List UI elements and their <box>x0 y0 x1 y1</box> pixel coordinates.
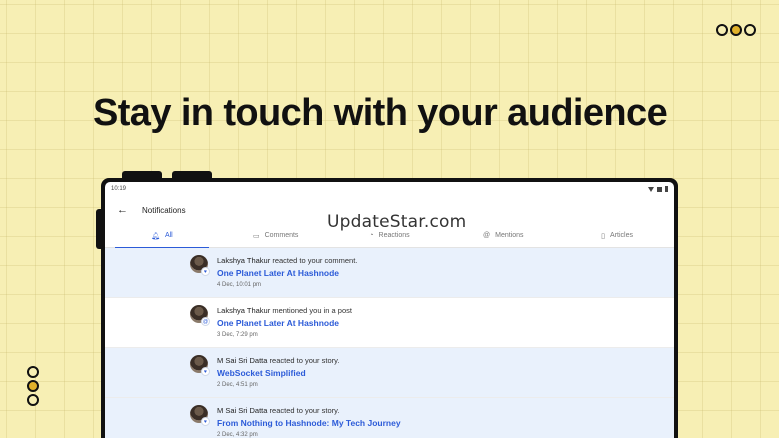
dot-shape <box>716 24 728 36</box>
notification-actor: Lakshya Thakur <box>217 306 271 315</box>
tab-articles[interactable]: ▯ Articles <box>560 224 674 247</box>
notification-action: reacted to your story. <box>269 356 340 365</box>
notification-time: 4 Dec, 10:01 pm <box>217 282 262 288</box>
reaction-badge-icon: ♥ <box>201 267 210 276</box>
battery-icon <box>665 186 668 192</box>
tablet-screen: 10:19 ← Notifications 🔔︎ All ▭ Comments … <box>105 182 674 438</box>
notification-item[interactable]: @ Lakshya Thakur mentioned you in a post… <box>105 298 674 348</box>
notification-item[interactable]: ♥ M Sai Sri Datta reacted to your story.… <box>105 398 674 438</box>
notification-action: reacted to your comment. <box>272 256 358 265</box>
tab-label: All <box>164 232 173 239</box>
tab-label: Articles <box>610 232 633 239</box>
notification-time: 2 Dec, 4:51 pm <box>217 382 258 388</box>
notification-item[interactable]: ♥ M Sai Sri Datta reacted to your story.… <box>105 348 674 398</box>
reaction-badge-icon: ♥ <box>201 367 210 376</box>
watermark: UpdateStar.com <box>327 212 467 232</box>
tab-all[interactable]: 🔔︎ All <box>105 224 219 248</box>
decorative-dots-left <box>27 366 39 406</box>
notification-actor: M Sai Sri Datta <box>217 356 268 365</box>
notification-link[interactable]: WebSocket Simplified <box>217 368 339 378</box>
notification-item[interactable]: ♥ Lakshya Thakur reacted to your comment… <box>105 248 674 298</box>
notification-link[interactable]: One Planet Later At Hashnode <box>217 318 352 328</box>
notification-list: ♥ Lakshya Thakur reacted to your comment… <box>105 248 674 438</box>
document-icon: ▯ <box>601 232 606 240</box>
headline: Stay in touch with your audience <box>93 92 668 134</box>
wifi-icon <box>648 186 654 192</box>
mention-badge-icon: @ <box>201 317 210 326</box>
tab-label: Comments <box>264 232 299 239</box>
notification-actor: M Sai Sri Datta <box>217 406 268 415</box>
dot-shape <box>27 394 39 406</box>
dot-shape <box>744 24 756 36</box>
notification-time: 2 Dec, 4:32 pm <box>217 432 258 438</box>
comment-icon: ▭ <box>252 232 260 240</box>
status-icons <box>648 186 668 192</box>
notification-link[interactable]: One Planet Later At Hashnode <box>217 268 357 278</box>
status-time: 10:19 <box>111 186 127 192</box>
tab-label: Mentions <box>495 232 524 239</box>
signal-icon <box>657 186 662 192</box>
status-bar: 10:19 <box>105 182 674 196</box>
dot-shape <box>730 24 742 36</box>
dot-shape <box>27 380 39 392</box>
tablet-device: 10:19 ← Notifications 🔔︎ All ▭ Comments … <box>101 178 678 438</box>
tab-label: Reactions <box>378 232 410 239</box>
notification-action: mentioned you in a post <box>272 306 352 315</box>
notification-link[interactable]: From Nothing to Hashnode: My Tech Journe… <box>217 418 401 428</box>
reaction-badge-icon: ♥ <box>201 417 210 426</box>
decorative-dots-top <box>716 24 756 36</box>
bell-icon: 🔔︎ <box>151 232 160 240</box>
notification-time: 3 Dec, 7:29 pm <box>217 332 258 338</box>
at-icon: @ <box>483 232 491 239</box>
dot-shape <box>27 366 39 378</box>
arrow-left-icon[interactable]: ← <box>117 204 128 216</box>
notification-actor: Lakshya Thakur <box>217 256 271 265</box>
tab-comments[interactable]: ▭ Comments <box>219 224 333 247</box>
page-title: Notifications <box>142 205 186 215</box>
thumbs-up-icon: ◔ <box>369 232 374 239</box>
notification-action: reacted to your story. <box>269 406 340 415</box>
